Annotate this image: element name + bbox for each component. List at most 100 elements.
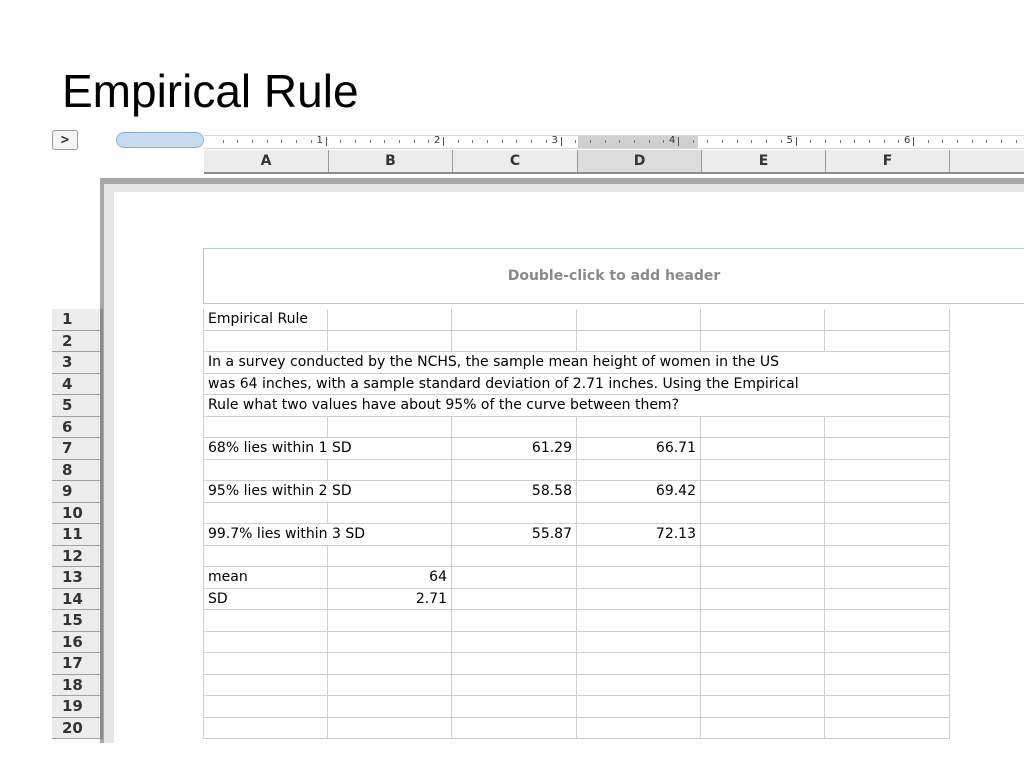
cell-e15[interactable] (701, 610, 825, 632)
cell-a20[interactable] (203, 717, 328, 739)
cell-a5[interactable]: Rule what two values have about 95% of t… (203, 395, 950, 417)
cell-d7[interactable]: 66.71 (577, 438, 701, 460)
cell-d1[interactable] (577, 309, 701, 331)
cell-b13[interactable]: 64 (328, 567, 452, 589)
cell-e12[interactable] (701, 545, 825, 567)
cell-f18[interactable] (825, 674, 950, 696)
page-header-area[interactable]: Double-click to add header (203, 248, 1024, 304)
cell-b1[interactable] (328, 309, 452, 331)
cell-c11[interactable]: 55.87 (452, 524, 577, 546)
cell-f16[interactable] (825, 631, 950, 653)
row-header[interactable]: 4 (52, 374, 100, 395)
cell-c19[interactable] (452, 696, 577, 718)
column-header-d[interactable]: D (578, 150, 702, 172)
row-header[interactable]: 1 (52, 309, 100, 331)
cell-d10[interactable] (577, 502, 701, 524)
cell-d9[interactable]: 69.42 (577, 481, 701, 503)
cell-d13[interactable] (577, 567, 701, 589)
cell-e7[interactable] (701, 438, 825, 460)
cell-d15[interactable] (577, 610, 701, 632)
cell-b6[interactable] (328, 416, 452, 438)
cell-a1[interactable]: Empirical Rule (203, 309, 328, 331)
cell-e6[interactable] (701, 416, 825, 438)
cell-a14[interactable]: SD (203, 588, 328, 610)
cell-a10[interactable] (203, 502, 328, 524)
row-header[interactable]: 17 (52, 653, 100, 675)
cell-b19[interactable] (328, 696, 452, 718)
row-header[interactable]: 3 (52, 352, 100, 374)
cell-b8[interactable] (328, 459, 452, 481)
cell-b17[interactable] (328, 653, 452, 675)
cell-e14[interactable] (701, 588, 825, 610)
row-header[interactable]: 9 (52, 481, 100, 503)
cell-a6[interactable] (203, 416, 328, 438)
cell-b12[interactable] (328, 545, 452, 567)
row-header[interactable]: 20 (52, 718, 100, 739)
cell-d14[interactable] (577, 588, 701, 610)
cell-c16[interactable] (452, 631, 577, 653)
cell-c18[interactable] (452, 674, 577, 696)
cell-e18[interactable] (701, 674, 825, 696)
cell-a3[interactable]: In a survey conducted by the NCHS, the s… (203, 352, 950, 374)
row-header[interactable]: 5 (52, 395, 100, 417)
cell-f19[interactable] (825, 696, 950, 718)
cell-e11[interactable] (701, 524, 825, 546)
cell-c1[interactable] (452, 309, 577, 331)
cell-d19[interactable] (577, 696, 701, 718)
row-header[interactable]: 8 (52, 460, 100, 481)
cell-a16[interactable] (203, 631, 328, 653)
cell-f9[interactable] (825, 481, 950, 503)
row-header[interactable]: 16 (52, 632, 100, 653)
cell-f11[interactable] (825, 524, 950, 546)
cell-f6[interactable] (825, 416, 950, 438)
cell-b16[interactable] (328, 631, 452, 653)
cell-f13[interactable] (825, 567, 950, 589)
cell-e19[interactable] (701, 696, 825, 718)
cell-a17[interactable] (203, 653, 328, 675)
row-header[interactable]: 14 (52, 589, 100, 610)
cell-d8[interactable] (577, 459, 701, 481)
cell-e16[interactable] (701, 631, 825, 653)
cell-grid[interactable]: Empirical Rule In a survey conducted by … (203, 309, 950, 739)
row-header[interactable]: 6 (52, 417, 100, 438)
select-all-button[interactable]: > (52, 130, 78, 150)
column-header-f[interactable]: F (826, 150, 950, 172)
cell-a11[interactable]: 99.7% lies within 3 SD (203, 524, 452, 546)
cell-d11[interactable]: 72.13 (577, 524, 701, 546)
column-header-e[interactable]: E (702, 150, 826, 172)
cell-b14[interactable]: 2.71 (328, 588, 452, 610)
cell-c14[interactable] (452, 588, 577, 610)
cell-d12[interactable] (577, 545, 701, 567)
column-header-a[interactable]: A (204, 150, 329, 172)
cell-f14[interactable] (825, 588, 950, 610)
cell-a19[interactable] (203, 696, 328, 718)
cell-d2[interactable] (577, 330, 701, 352)
cell-f1[interactable] (825, 309, 950, 331)
cell-c13[interactable] (452, 567, 577, 589)
cell-d20[interactable] (577, 717, 701, 739)
cell-c2[interactable] (452, 330, 577, 352)
cell-c12[interactable] (452, 545, 577, 567)
cell-f7[interactable] (825, 438, 950, 460)
ruler-margin-handle[interactable] (116, 132, 204, 148)
cell-b20[interactable] (328, 717, 452, 739)
cell-c20[interactable] (452, 717, 577, 739)
cell-c6[interactable] (452, 416, 577, 438)
cell-a9[interactable]: 95% lies within 2 SD (203, 481, 452, 503)
cell-c9[interactable]: 58.58 (452, 481, 577, 503)
cell-a7[interactable]: 68% lies within 1 SD (203, 438, 452, 460)
horizontal-ruler[interactable]: 1 2 3 4 5 6 (116, 130, 1024, 150)
cell-e10[interactable] (701, 502, 825, 524)
cell-f17[interactable] (825, 653, 950, 675)
row-header[interactable]: 12 (52, 546, 100, 567)
cell-e2[interactable] (701, 330, 825, 352)
cell-f20[interactable] (825, 717, 950, 739)
row-header[interactable]: 13 (52, 567, 100, 589)
cell-f8[interactable] (825, 459, 950, 481)
cell-c8[interactable] (452, 459, 577, 481)
row-header[interactable]: 10 (52, 503, 100, 524)
cell-c7[interactable]: 61.29 (452, 438, 577, 460)
cell-b15[interactable] (328, 610, 452, 632)
cell-a13[interactable]: mean (203, 567, 328, 589)
cell-c15[interactable] (452, 610, 577, 632)
